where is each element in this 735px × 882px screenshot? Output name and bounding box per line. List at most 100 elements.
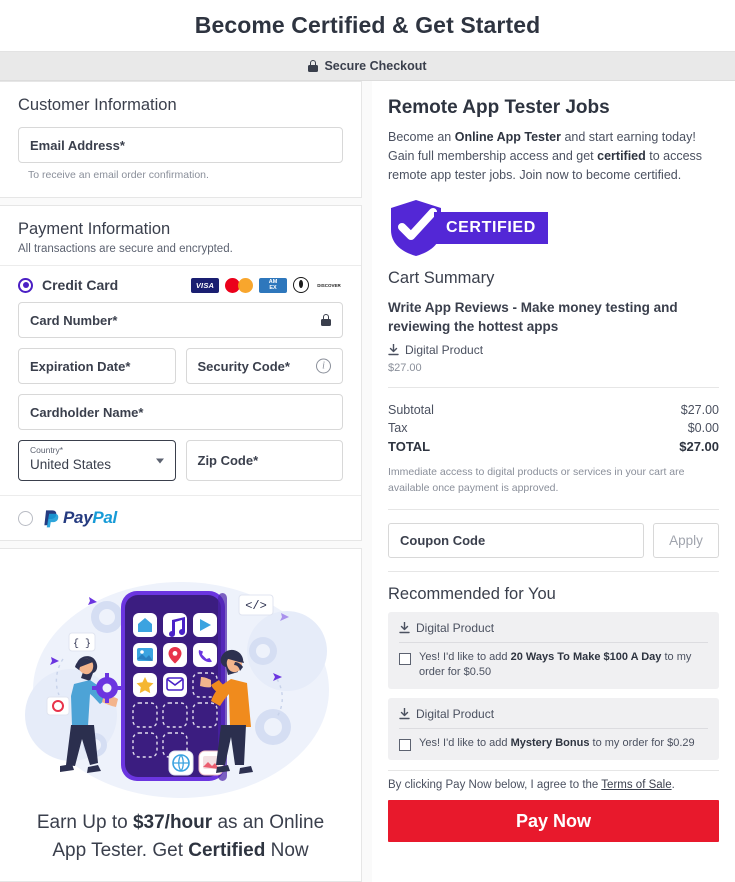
secure-checkout-bar: Secure Checkout [0,52,735,81]
page-title: Become Certified & Get Started [194,12,541,38]
zip-code-field[interactable]: Zip Code* [185,440,343,481]
credit-card-option-row[interactable]: Credit Card VISA AM EX DISCOVER [0,265,361,302]
email-helper-text: To receive an email order confirmation. [28,169,209,181]
recommended-item-checkbox[interactable] [399,739,411,751]
expiration-date-field[interactable]: Expiration Date* [18,348,176,384]
apply-coupon-button[interactable]: Apply [653,523,719,558]
cart-summary-title: Cart Summary [388,269,495,287]
recommended-item: Digital Product Yes! I'd like to add 20 … [388,612,719,689]
rec-text-1: Yes! I'd like to add [419,651,511,663]
country-value: United States [30,457,112,472]
payment-information-title: Payment Information [18,220,171,238]
recommended-item-checkbox[interactable] [399,653,411,665]
offer-title: Remote App Tester Jobs [388,97,610,118]
recommended-item-type-row: Digital Product [399,707,708,721]
cart-item-type-row: Digital Product [388,343,719,357]
coupon-code-input[interactable]: Coupon Code [388,523,644,558]
customer-information-title: Customer Information [18,96,177,114]
cardholder-name-placeholder: Cardholder Name* [30,404,144,420]
checkout-columns: Customer Information Email Address* To r… [0,81,735,882]
cart-item-type: Digital Product [405,343,484,357]
download-icon [399,622,410,634]
credit-card-label: Credit Card [42,277,119,293]
visa-logo: VISA [191,277,219,293]
paypal-option-row[interactable]: PayPal [0,495,361,540]
email-placeholder: Email Address* [30,137,125,153]
recommended-item-text: Yes! I'd like to add 20 Ways To Make $10… [419,650,708,680]
total-label: TOTAL [388,439,431,454]
recommended-item-type: Digital Product [416,707,495,721]
recommended-title: Recommended for You [388,585,556,603]
tax-label: Tax [388,421,408,435]
total-value: $27.00 [679,439,719,454]
security-code-field[interactable]: Security Code* i [185,348,343,384]
cardholder-name-field[interactable]: Cardholder Name* [18,394,343,430]
recommended-item-check-row[interactable]: Yes! I'd like to add Mystery Bonus to my… [399,736,708,751]
chevron-down-icon [155,458,164,463]
zip-code-placeholder: Zip Code* [197,453,259,468]
divider [399,728,708,729]
paypal-radio[interactable] [18,510,33,526]
payment-information-subtitle: All transactions are secure and encrypte… [18,243,233,255]
checkout-page: Become Certified & Get Started Secure Ch… [0,0,735,882]
offer-description: Become an Online App Tester and start ea… [388,128,719,185]
divider [388,770,719,771]
promo-line1-c: as an Online [212,812,325,833]
lock-icon [321,314,331,326]
recommended-item-check-row[interactable]: Yes! I'd like to add 20 Ways To Make $10… [399,650,708,680]
country-label: Country* [30,445,64,455]
country-select[interactable]: Country* United States [18,440,176,481]
terms-of-sale-link[interactable]: Terms of Sale [601,779,671,791]
left-column: Customer Information Email Address* To r… [0,81,362,882]
promo-line2-a: App Tester. Get [52,840,189,861]
total-row: TOTAL $27.00 [388,437,719,456]
accepted-card-brands: VISA AM EX DISCOVER [191,277,343,293]
rec-text-2: to my order for $0.29 [589,737,695,749]
promo-certified: Certified [188,840,266,861]
offer-desc-1: Become an [388,130,455,144]
app-testing-illustration: </> { } [24,582,329,798]
divider [399,642,708,643]
cart-note: Immediate access to digital products or … [388,466,685,494]
recommended-item-type: Digital Product [416,621,495,635]
promo-headline: Earn Up to $37/hour as an Online App Tes… [23,809,338,865]
offer-desc-bold-2: certified [597,149,646,163]
promo-rate: $37/hour [132,812,213,833]
diners-club-logo [293,277,309,293]
terms-text: By clicking Pay Now below, I agree to th… [388,779,719,791]
recommended-item-text: Yes! I'd like to add Mystery Bonus to my… [419,736,695,751]
download-icon [399,708,410,720]
rec-text-bold: 20 Ways To Make $100 A Day [510,651,662,663]
recommended-item: Digital Product Yes! I'd like to add Mys… [388,698,719,760]
card-number-field[interactable]: Card Number* [18,302,343,338]
email-field[interactable]: Email Address* [18,127,343,163]
promo-line1-a: Earn Up to [36,812,133,833]
mastercard-logo [225,277,253,293]
recommended-item-type-row: Digital Product [399,621,708,635]
tax-row: Tax $0.00 [388,419,719,437]
subtotal-row: Subtotal $27.00 [388,401,719,419]
lock-icon [308,60,319,72]
expiration-date-placeholder: Expiration Date* [30,358,131,374]
rec-text-1: Yes! I'd like to add [419,737,511,749]
credit-card-fields: Card Number* Expiration Date* Security C… [0,302,361,495]
cart-item-price: $27.00 [388,362,422,374]
pay-now-button[interactable]: Pay Now [388,800,719,842]
paypal-mark-icon [44,509,59,527]
credit-card-radio[interactable] [18,277,33,293]
divider [388,571,719,572]
info-icon[interactable]: i [316,358,331,374]
customer-information-card: Customer Information Email Address* To r… [0,81,362,198]
payment-information-card: Payment Information All transactions are… [0,205,362,541]
coupon-placeholder: Coupon Code [400,533,486,548]
promo-panel: </> { } Earn Up to $37/hour as an Online… [0,548,362,882]
terms-prefix: By clicking Pay Now below, I agree to th… [388,779,602,791]
right-column: Remote App Tester Jobs Become an Online … [372,81,735,882]
secure-checkout-label: Secure Checkout [324,59,427,73]
security-code-placeholder: Security Code* [197,358,290,374]
divider [388,509,719,510]
paypal-pay-text: Pay [63,508,93,527]
certified-badge-label: CERTIFIED [434,212,548,244]
page-header: Become Certified & Get Started [0,0,735,52]
terms-suffix: . [671,779,675,791]
